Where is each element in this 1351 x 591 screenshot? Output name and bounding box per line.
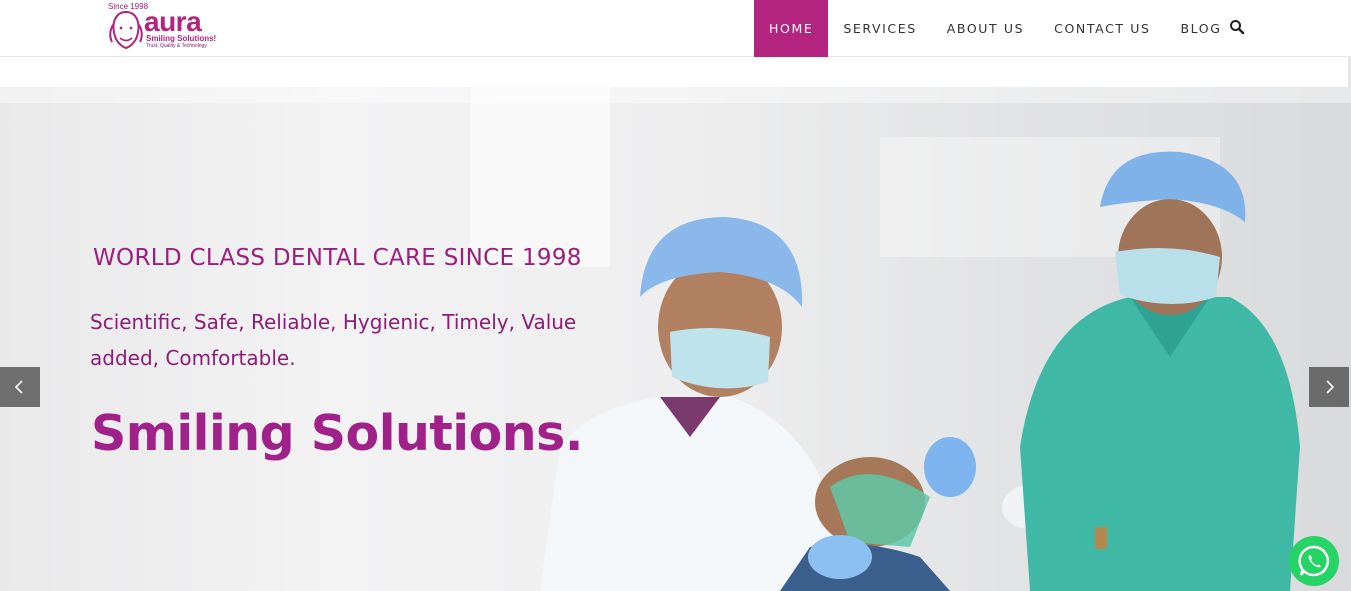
site-header: Since 1998 aura Smiling Solutions! Trust… — [0, 0, 1351, 57]
slider-prev-button[interactable] — [0, 367, 40, 407]
nav-services[interactable]: SERVICES — [828, 0, 931, 57]
hero-subtitle: Scientific, Safe, Reliable, Hygienic, Ti… — [90, 310, 577, 370]
nav-home[interactable]: HOME — [754, 0, 829, 57]
logo-since: Since 1998 — [108, 2, 149, 11]
slider-next-button[interactable] — [1309, 367, 1349, 407]
logo-face-icon — [109, 10, 143, 50]
main-nav: HOME SERVICES ABOUT US CONTACT US BLOG — [754, 0, 1237, 57]
logo-wordmark: aura — [144, 6, 202, 37]
chevron-right-icon — [1326, 380, 1335, 394]
hero-ceiling — [0, 87, 1351, 103]
hero-slider: WORLD CLASS DENTAL CARE SINCE 1998 Scien… — [0, 87, 1351, 591]
nav-blog[interactable]: BLOG — [1166, 0, 1237, 57]
whatsapp-button[interactable] — [1289, 536, 1339, 586]
search-icon[interactable] — [1229, 19, 1245, 35]
dentists-photo — [540, 151, 1300, 591]
header-spacer — [0, 57, 1351, 87]
whatsapp-icon — [1298, 545, 1329, 577]
hero-headline: Smiling Solutions. — [91, 405, 583, 462]
logo-subtagline: Trust, Quality & Technology — [146, 43, 207, 49]
logo-tagline: Smiling Solutions! — [146, 34, 217, 43]
chevron-left-icon — [14, 380, 23, 394]
nav-about-us[interactable]: ABOUT US — [932, 0, 1039, 57]
nav-contact-us[interactable]: CONTACT US — [1039, 0, 1165, 57]
aura-logo[interactable]: Since 1998 aura Smiling Solutions! Trust… — [106, 2, 222, 52]
hero-kicker: WORLD CLASS DENTAL CARE SINCE 1998 — [93, 245, 582, 271]
